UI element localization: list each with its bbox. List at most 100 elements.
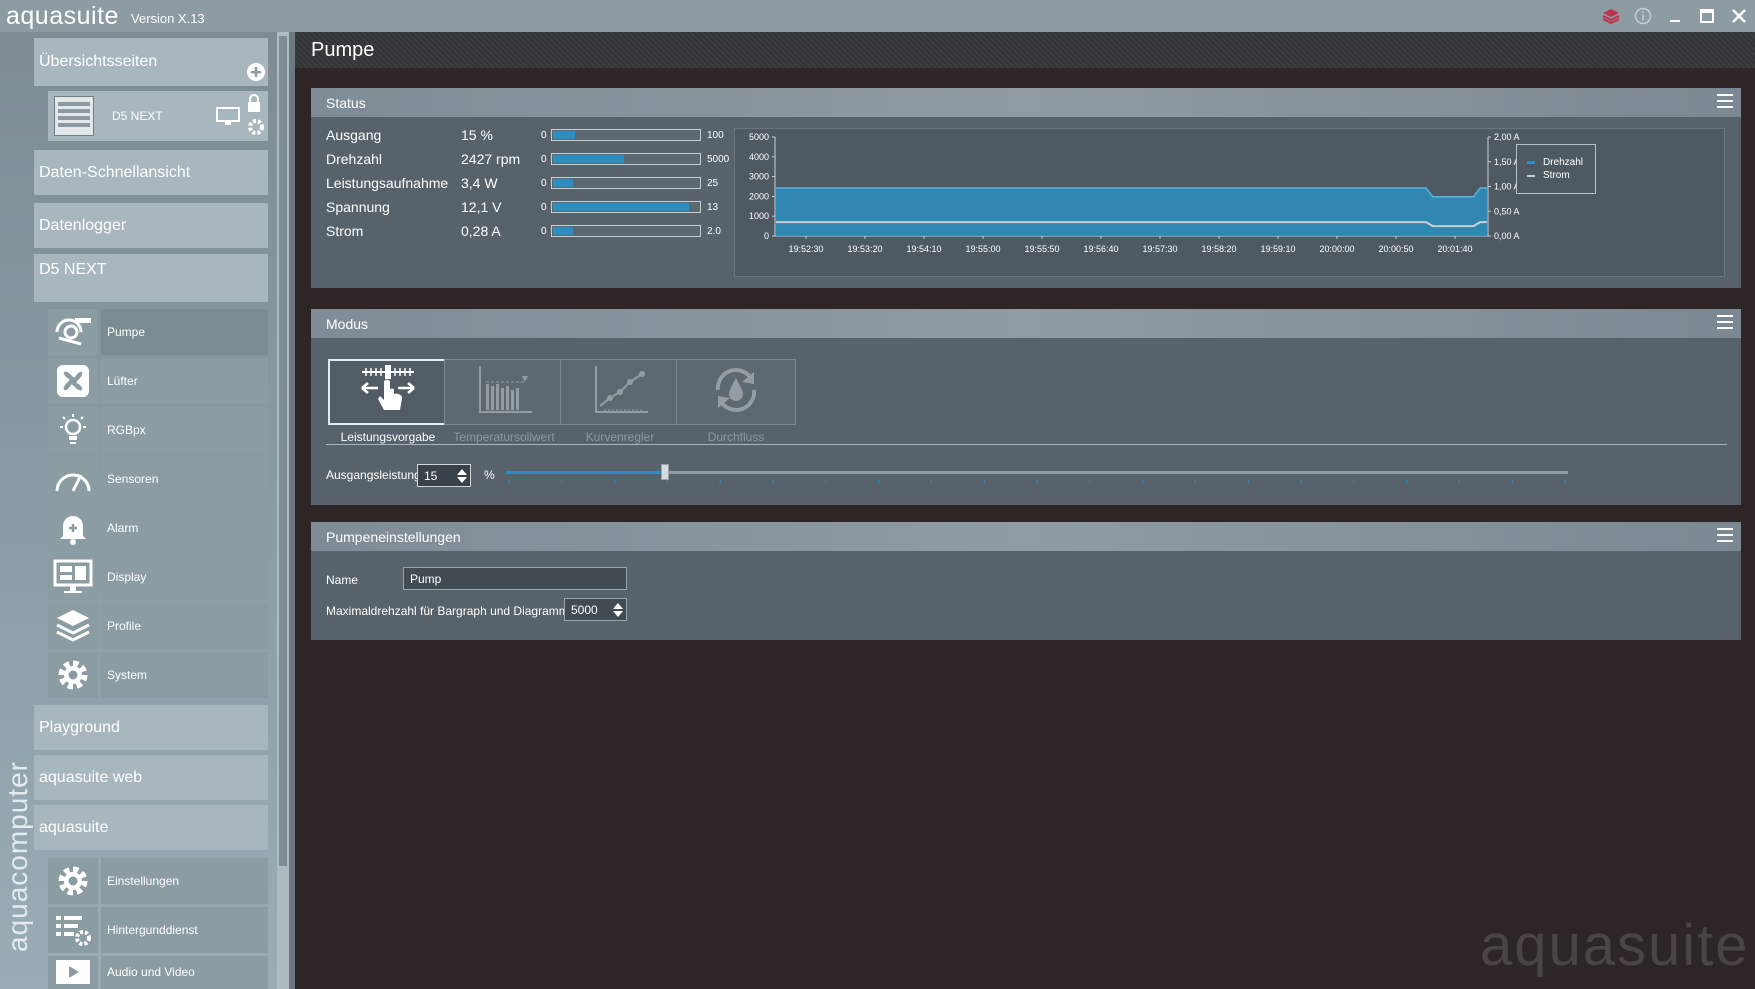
sidebar-item-label: Display xyxy=(101,554,268,600)
max-rpm-input[interactable]: 5000 xyxy=(564,598,627,621)
slider-fill xyxy=(506,471,666,474)
layers-icon xyxy=(48,603,98,649)
nav-aquasuite[interactable]: aquasuite xyxy=(34,805,268,850)
info-icon[interactable] xyxy=(1627,0,1659,32)
mode-temperature-button[interactable] xyxy=(444,359,564,425)
name-label: Name xyxy=(326,573,359,587)
monitor-icon[interactable] xyxy=(216,107,240,132)
title-bar: aquasuite Version X.13 xyxy=(0,0,1755,32)
sidebar-item-sensoren[interactable]: Sensoren xyxy=(48,456,268,502)
output-power-unit: % xyxy=(484,468,495,482)
legend-swatch xyxy=(1527,174,1535,177)
sidebar-item-system[interactable]: System xyxy=(48,652,268,698)
legend-label: Strom xyxy=(1543,170,1570,181)
status-value: 3,4 W xyxy=(461,175,498,191)
nav-quickview-label: Daten-Schnellansicht xyxy=(39,163,191,181)
spin-buttons[interactable] xyxy=(456,467,468,488)
sidebar-item-label: Sensoren xyxy=(101,456,268,502)
status-label: Leistungsaufnahme xyxy=(326,175,449,191)
slider-thumb[interactable] xyxy=(661,464,670,480)
sidebar-item-rgbpx[interactable]: RGBpx xyxy=(48,407,268,453)
overview-page-tile[interactable]: D5 NEXT xyxy=(48,91,268,141)
y-tick-label-right: 2,00 A xyxy=(1494,132,1520,142)
pump-settings-header: Pumpeneinstellungen xyxy=(311,522,1741,551)
mode-curve-button[interactable] xyxy=(560,359,680,425)
display-icon xyxy=(48,554,98,600)
mode-temperature-label: Temperatursollwert xyxy=(453,430,555,444)
flow-drop-icon xyxy=(708,364,764,421)
sidebar-item-einstellungen[interactable]: Einstellungen xyxy=(48,858,268,904)
bar-min: 0 xyxy=(541,225,547,237)
x-tick-label: 19:57:30 xyxy=(1142,244,1177,254)
nav-overview-pages[interactable]: Übersichtsseiten xyxy=(34,38,268,86)
sidebar-item-audio-video[interactable]: Audio und Video xyxy=(48,956,268,989)
nav-playground[interactable]: Playground xyxy=(34,705,268,750)
bar-min: 0 xyxy=(541,177,547,189)
nav-datalogger[interactable]: Datenlogger xyxy=(34,203,268,248)
x-tick-label: 19:53:20 xyxy=(847,244,882,254)
bar-max: 5000 xyxy=(707,153,730,165)
status-bar xyxy=(551,177,701,189)
minimize-button[interactable] xyxy=(1659,0,1691,32)
pump-icon xyxy=(48,309,98,355)
mode-power-button[interactable] xyxy=(328,359,448,425)
mode-panel-header: Modus xyxy=(311,309,1741,338)
close-button[interactable] xyxy=(1723,0,1755,32)
nav-data-quickview[interactable]: Daten-Schnellansicht xyxy=(34,150,268,195)
status-bar xyxy=(551,225,701,237)
sidebar-item-label: System xyxy=(101,652,268,698)
sidebar-item-label: Profile xyxy=(101,603,268,649)
menu-icon[interactable] xyxy=(1717,315,1733,329)
x-tick-label: 19:56:40 xyxy=(1083,244,1118,254)
name-field[interactable]: Pump xyxy=(403,567,627,590)
x-tick-label: 20:00:00 xyxy=(1319,244,1354,254)
mode-flow-button[interactable] xyxy=(676,359,796,425)
mode-flow-label: Durchfluss xyxy=(707,430,765,444)
status-bar xyxy=(551,129,701,141)
gear-icon[interactable] xyxy=(246,117,266,142)
y-tick-label-left: 2000 xyxy=(749,191,769,201)
sidebar-item-display[interactable]: Display xyxy=(48,554,268,600)
sidebar-item-alarm[interactable]: Alarm xyxy=(48,505,268,551)
status-panel-header: Status xyxy=(311,88,1741,117)
app-name: aquasuite xyxy=(6,1,119,30)
brand-label: aquacomputer xyxy=(2,760,33,952)
output-power-input[interactable]: 15 xyxy=(417,464,471,487)
sidebar-item-label: Alarm xyxy=(101,505,268,551)
sidebar-item-luefter[interactable]: Lüfter xyxy=(48,358,268,404)
layers-icon[interactable] xyxy=(1595,0,1627,32)
sidebar-item-hintergrunddienst[interactable]: Hintergunddienst xyxy=(48,907,268,953)
lock-icon[interactable] xyxy=(246,93,262,118)
y-tick-label-left: 0 xyxy=(764,231,769,241)
bar-min: 0 xyxy=(541,201,547,213)
output-power-slider[interactable] xyxy=(506,459,1568,489)
menu-icon[interactable] xyxy=(1717,94,1733,108)
series-drehzahl-area xyxy=(776,187,1487,236)
menu-icon[interactable] xyxy=(1717,528,1733,542)
sidebar-item-pumpe[interactable]: Pumpe xyxy=(48,309,268,355)
nav-aquasuite-web[interactable]: aquasuite web xyxy=(34,755,268,800)
main-content: Pumpe Status Ausgang 15 % 0 100 Drehzahl… xyxy=(295,32,1755,989)
x-tick-label: 19:58:20 xyxy=(1201,244,1236,254)
x-tick-label: 20:00:50 xyxy=(1378,244,1413,254)
gear-icon xyxy=(48,858,98,904)
status-row: Leistungsaufnahme 3,4 W 0 25 xyxy=(326,173,718,193)
nav-device-d5next[interactable]: D5 NEXT xyxy=(34,254,268,302)
spin-buttons[interactable] xyxy=(612,601,624,622)
mode-panel-title: Modus xyxy=(326,315,369,332)
bar-min: 0 xyxy=(541,129,547,141)
legend-swatch xyxy=(1527,161,1535,164)
sidebar-item-profile[interactable]: Profile xyxy=(48,603,268,649)
slider-ticks xyxy=(508,480,1566,483)
status-label: Drehzahl xyxy=(326,151,383,167)
maximize-button[interactable] xyxy=(1691,0,1723,32)
status-value: 2427 rpm xyxy=(461,151,521,167)
status-value: 12,1 V xyxy=(461,199,502,215)
x-tick-label: 19:55:00 xyxy=(965,244,1000,254)
sidebar-scrollbar-thumb[interactable] xyxy=(279,36,287,866)
add-page-icon[interactable] xyxy=(246,62,266,87)
temperature-bars-icon xyxy=(474,364,534,421)
bar-max: 100 xyxy=(707,129,724,141)
gauge-icon xyxy=(48,456,98,502)
status-value: 0,28 A xyxy=(461,223,501,239)
